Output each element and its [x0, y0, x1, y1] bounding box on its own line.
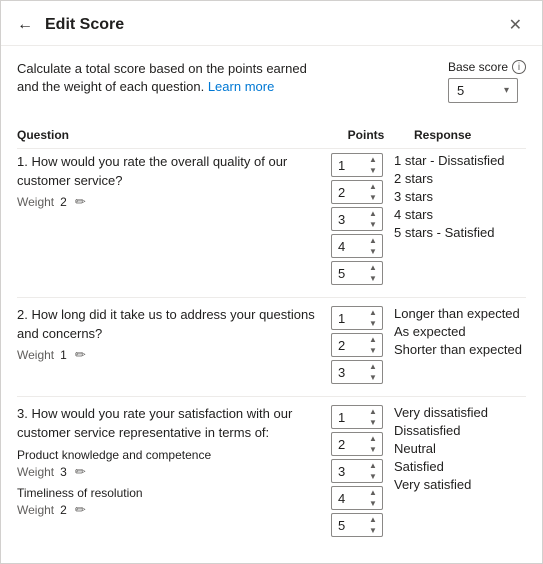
spinner-up[interactable]: ▲	[366, 361, 380, 372]
spinner-up[interactable]: ▲	[366, 181, 380, 192]
q2-responses-col: Longer than expected As expected Shorter…	[386, 306, 526, 357]
spinner-up[interactable]: ▲	[366, 154, 380, 165]
panel-title: Edit Score	[45, 16, 497, 34]
spinner-up[interactable]: ▲	[366, 262, 380, 273]
weight-value-1: 2	[60, 195, 67, 209]
spinner-down[interactable]: ▼	[366, 273, 380, 284]
q2-points-1[interactable]: 1 ▲▼	[331, 306, 383, 330]
weight-label-1: Weight	[17, 195, 54, 209]
base-score-label: Base score i	[448, 60, 526, 74]
question-1-left: 1. How would you rate the overall qualit…	[17, 153, 328, 213]
weight-edit-button-3a[interactable]: ✏	[73, 464, 88, 480]
base-score-value: 5	[457, 83, 464, 98]
spinner-down[interactable]: ▼	[366, 318, 380, 329]
question-3-left: 3. How would you rate your satisfaction …	[17, 405, 328, 521]
weight-value-3b: 2	[60, 503, 67, 517]
spinner-down[interactable]: ▼	[366, 471, 380, 482]
base-score-chevron-icon: ▾	[504, 85, 509, 96]
spinner-up[interactable]: ▲	[366, 334, 380, 345]
sub-item-1-label: Product knowledge and competence	[17, 448, 320, 462]
weight-value-3a: 3	[60, 465, 67, 479]
spinner-down[interactable]: ▼	[366, 498, 380, 509]
spinner-up[interactable]: ▲	[366, 460, 380, 471]
sub-item-2-label: Timeliness of resolution	[17, 486, 320, 500]
panel-body: Calculate a total score based on the poi…	[1, 46, 542, 563]
spinner-down[interactable]: ▼	[366, 165, 380, 176]
close-button[interactable]: ✕	[505, 13, 526, 37]
weight-value-2: 1	[60, 348, 67, 362]
question-2-text: 2. How long did it take us to address yo…	[17, 306, 320, 342]
spinner-up[interactable]: ▲	[366, 487, 380, 498]
spinner-down[interactable]: ▼	[366, 345, 380, 356]
spinner-down[interactable]: ▼	[366, 444, 380, 455]
base-score-section: Base score i 5 ▾	[448, 60, 526, 103]
base-score-select[interactable]: 5 ▾	[448, 78, 518, 103]
question-1-weight-row: Weight 2 ✏	[17, 194, 320, 210]
spinner-down[interactable]: ▼	[366, 417, 380, 428]
q1-points-5[interactable]: 5 ▲▼	[331, 261, 383, 285]
description-text: Calculate a total score based on the poi…	[17, 60, 317, 96]
base-score-info-icon[interactable]: i	[512, 60, 526, 74]
weight-label-3a: Weight	[17, 465, 54, 479]
spinner-down[interactable]: ▼	[366, 525, 380, 536]
question-3-text: 3. How would you rate your satisfaction …	[17, 405, 320, 441]
table-header: Question Points Response	[17, 124, 526, 149]
spinner-up[interactable]: ▲	[366, 208, 380, 219]
spinner-up[interactable]: ▲	[366, 433, 380, 444]
learn-more-link[interactable]: Learn more	[208, 79, 274, 94]
q3-points-3[interactable]: 3 ▲▼	[331, 459, 383, 483]
q1-points-3[interactable]: 3 ▲▼	[331, 207, 383, 231]
q1-points-2[interactable]: 2 ▲▼	[331, 180, 383, 204]
q3-points-1[interactable]: 1 ▲▼	[331, 405, 383, 429]
question-3a-weight-row: Weight 3 ✏	[17, 464, 320, 480]
col-header-points: Points	[326, 128, 406, 142]
q2-points-2[interactable]: 2 ▲▼	[331, 333, 383, 357]
q3-points-5[interactable]: 5 ▲▼	[331, 513, 383, 537]
spinner-down[interactable]: ▼	[366, 192, 380, 203]
q3-points-col: 1 ▲▼ 2 ▲▼ 3 ▲▼ 4 ▲▼	[331, 405, 383, 537]
col-header-response: Response	[406, 128, 526, 142]
spinner-down[interactable]: ▼	[366, 246, 380, 257]
question-section-3: 3. How would you rate your satisfaction …	[17, 396, 526, 537]
question-1-text: 1. How would you rate the overall qualit…	[17, 153, 320, 189]
q1-points-1[interactable]: 1 ▲▼	[331, 153, 383, 177]
q3-points-2[interactable]: 2 ▲▼	[331, 432, 383, 456]
q2-points-col: 1 ▲▼ 2 ▲▼ 3 ▲▼	[331, 306, 383, 384]
spinner-down[interactable]: ▼	[366, 372, 380, 383]
question-2-weight-row: Weight 1 ✏	[17, 347, 320, 363]
spinner-up[interactable]: ▲	[366, 514, 380, 525]
question-2-left: 2. How long did it take us to address yo…	[17, 306, 328, 366]
q1-responses-col: 1 star - Dissatisfied 2 stars 3 stars 4 …	[386, 153, 526, 240]
weight-edit-button-1[interactable]: ✏	[73, 194, 88, 210]
top-row: Calculate a total score based on the poi…	[17, 60, 526, 110]
q1-points-col: 1 ▲▼ 2 ▲▼ 3 ▲▼ 4 ▲▼	[331, 153, 383, 285]
panel-header: ← Edit Score ✕	[1, 1, 542, 46]
weight-edit-button-3b[interactable]: ✏	[73, 502, 88, 518]
weight-label-3b: Weight	[17, 503, 54, 517]
q1-points-4[interactable]: 4 ▲▼	[331, 234, 383, 258]
back-button[interactable]: ←	[13, 14, 37, 36]
question-section-2: 2. How long did it take us to address yo…	[17, 297, 526, 384]
question-3b-weight-row: Weight 2 ✏	[17, 502, 320, 518]
q3-points-4[interactable]: 4 ▲▼	[331, 486, 383, 510]
weight-edit-button-2[interactable]: ✏	[73, 347, 88, 363]
spinner-up[interactable]: ▲	[366, 406, 380, 417]
spinner-up[interactable]: ▲	[366, 307, 380, 318]
spinner-down[interactable]: ▼	[366, 219, 380, 230]
spinner-up[interactable]: ▲	[366, 235, 380, 246]
question-section-1: 1. How would you rate the overall qualit…	[17, 153, 526, 285]
edit-score-panel: ← Edit Score ✕ Calculate a total score b…	[0, 0, 543, 564]
weight-label-2: Weight	[17, 348, 54, 362]
q3-responses-col: Very dissatisfied Dissatisfied Neutral S…	[386, 405, 526, 492]
col-header-question: Question	[17, 128, 326, 142]
q2-points-3[interactable]: 3 ▲▼	[331, 360, 383, 384]
